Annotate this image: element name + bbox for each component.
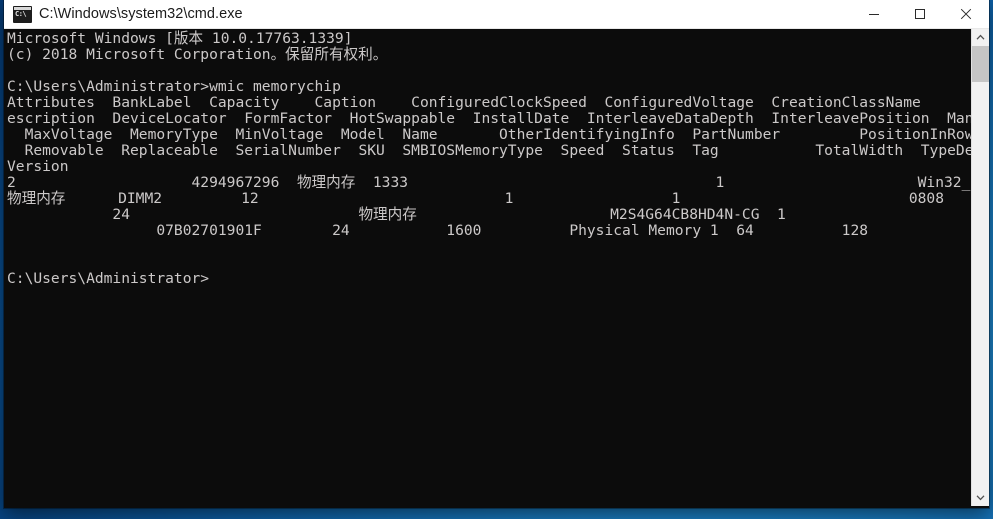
chevron-up-icon: [976, 34, 985, 40]
chevron-down-icon: [976, 495, 985, 501]
console-line: 07B02701901F 24 1600 Physical Memory 1 6…: [7, 222, 869, 239]
console-line: 物理内存 DIMM2 12 1 1 0808: [7, 190, 944, 207]
scrollbar-track[interactable]: [972, 46, 989, 489]
console-line: C:\Users\Administrator>wmic memorychip: [7, 78, 341, 95]
console-line: Removable Replaceable SerialNumber SKU S…: [7, 142, 971, 159]
minimize-icon: [869, 14, 879, 15]
console-line: Microsoft Windows [版本 10.0.17763.1339]: [7, 30, 353, 47]
scrollbar-down-arrow[interactable]: [972, 489, 989, 506]
maximize-button[interactable]: [897, 0, 943, 28]
window-bottom-edge: [4, 506, 989, 508]
close-button[interactable]: [943, 0, 989, 28]
cmd-icon-prompt-text: C:\: [15, 9, 27, 18]
cmd-window: C:\ C:\Windows\system32\cmd.exe Microsof…: [4, 0, 989, 508]
console-line: (c) 2018 Microsoft Corporation。保留所有权利。: [7, 46, 388, 63]
console-line: 2 4294967296 物理内存 1333 1 Win32_PhysicalM…: [7, 174, 971, 191]
console-line: C:\Users\Administrator>: [7, 270, 210, 287]
console-line: Version: [7, 158, 69, 175]
scrollbar-thumb[interactable]: [972, 46, 989, 82]
console-line: Attributes BankLabel Capacity Caption Co…: [7, 94, 921, 111]
minimize-button[interactable]: [851, 0, 897, 28]
window-titlebar[interactable]: C:\ C:\Windows\system32\cmd.exe: [4, 0, 989, 29]
console-line: 24 物理内存 M2S4G64CB8HD4N-CG 1: [7, 206, 786, 223]
close-icon: [960, 8, 972, 20]
window-title: C:\Windows\system32\cmd.exe: [39, 6, 243, 22]
console-line: MaxVoltage MemoryType MinVoltage Model N…: [7, 126, 971, 143]
console-scrollbar[interactable]: [971, 29, 989, 506]
scrollbar-up-arrow[interactable]: [972, 29, 989, 46]
console-area[interactable]: Microsoft Windows [版本 10.0.17763.1339] (c…: [4, 29, 989, 506]
console-output[interactable]: Microsoft Windows [版本 10.0.17763.1339] (c…: [4, 29, 971, 506]
maximize-icon: [915, 9, 925, 19]
window-controls: [851, 0, 989, 28]
cmd-console-icon: C:\: [13, 5, 32, 23]
console-line: escription DeviceLocator FormFactor HotS…: [7, 110, 971, 127]
